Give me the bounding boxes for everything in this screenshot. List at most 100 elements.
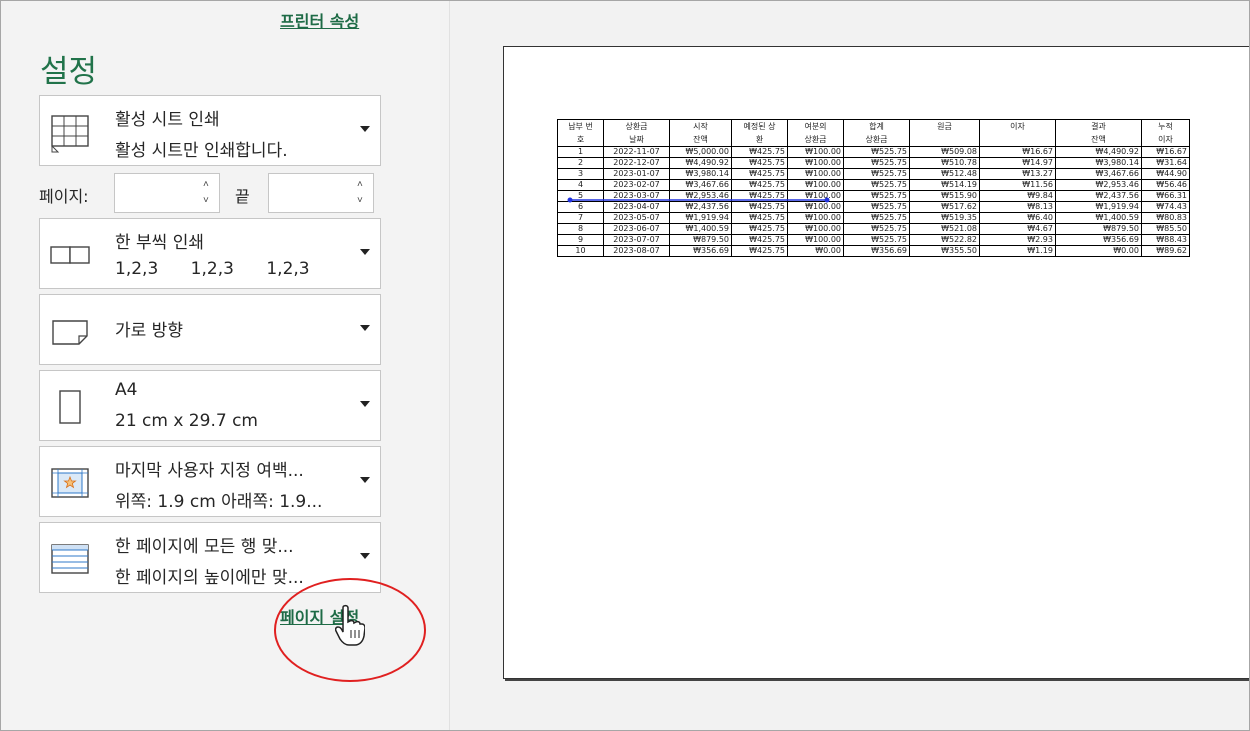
- print-preview-page: 납부 번 호 상환금 날짜 시작 잔액 예정된 상 환 여분의 상환금 합계 상환금 원금 이자 결과 잔액 누…: [503, 46, 1250, 679]
- table-cell: ₩4,490.92: [1055, 146, 1142, 158]
- table-cell: ₩9.84: [979, 190, 1056, 202]
- table-cell: 2022-11-07: [603, 146, 670, 158]
- orientation-dropdown[interactable]: 가로 방향: [39, 294, 381, 365]
- table-cell: ₩356.69: [669, 245, 732, 257]
- table-row: 1 2022-11-07 ₩5,000.00 ₩425.75 ₩100.00 ₩525.7…: [557, 146, 1190, 158]
- table-cell: 2023-08-07: [603, 245, 670, 257]
- margins-title: 마지막 사용자 지정 여백...: [115, 461, 304, 481]
- dropdown-arrow-icon: [360, 126, 370, 132]
- table-cell: ₩525.75: [843, 234, 910, 246]
- dropdown-arrow-icon: [360, 553, 370, 559]
- table-cell: 1: [557, 146, 604, 158]
- table-cell: ₩517.62: [909, 201, 980, 213]
- table-cell: ₩525.75: [843, 146, 910, 158]
- hand-cursor-icon: [335, 604, 365, 646]
- table-row: 8 2023-06-07 ₩1,400.59 ₩425.75 ₩100.00 ₩525.7…: [557, 223, 1190, 235]
- paper-size-dropdown[interactable]: A4 21 cm x 29.7 cm: [39, 370, 381, 441]
- margins-icon: [51, 468, 89, 498]
- table-cell: 2023-06-07: [603, 223, 670, 235]
- table-cell: ₩100.00: [787, 179, 844, 191]
- table-row: 2 2022-12-07 ₩4,490.92 ₩425.75 ₩100.00 ₩525.7…: [557, 157, 1190, 169]
- table-row: 6 2023-04-07 ₩2,437.56 ₩425.75 ₩100.00 ₩525.7…: [557, 201, 1190, 213]
- table-cell: ₩522.82: [909, 234, 980, 246]
- table-cell: ₩4,490.92: [669, 157, 732, 169]
- table-cell: 2023-02-07: [603, 179, 670, 191]
- table-cell: ₩525.75: [843, 201, 910, 213]
- print-what-dropdown[interactable]: 활성 시트 인쇄 활성 시트만 인쇄합니다.: [39, 95, 381, 166]
- table-cell: ₩355.50: [909, 245, 980, 257]
- table-cell: ₩3,467.66: [1055, 168, 1142, 180]
- table-cell: ₩3,980.14: [1055, 157, 1142, 169]
- table-cell: ₩425.75: [731, 234, 788, 246]
- table-header-cell: 예정된 상환: [731, 119, 788, 147]
- margins-dropdown[interactable]: 마지막 사용자 지정 여백... 위쪽: 1.9 cm 아래쪽: 1.9...: [39, 446, 381, 517]
- table-cell: ₩100.00: [787, 168, 844, 180]
- table-cell: ₩11.56: [979, 179, 1056, 191]
- page-to-input[interactable]: ˄ ˅: [268, 173, 374, 213]
- table-cell: ₩100.00: [787, 234, 844, 246]
- spin-down-icon[interactable]: ˅: [203, 196, 213, 206]
- table-cell: ₩425.75: [731, 146, 788, 158]
- table-header-cell: 납부 번호: [557, 119, 604, 147]
- paper-size-subtitle: 21 cm x 29.7 cm: [115, 411, 258, 431]
- table-header-cell: 상환금 날짜: [603, 119, 670, 147]
- paper-size-title: A4: [115, 380, 138, 400]
- print-what-subtitle: 활성 시트만 인쇄합니다.: [115, 141, 288, 161]
- printer-properties-link[interactable]: 프린터 속성: [280, 8, 359, 32]
- table-cell: ₩515.90: [909, 190, 980, 202]
- spin-up-icon[interactable]: ˄: [357, 180, 367, 190]
- orientation-title: 가로 방향: [115, 321, 183, 341]
- table-cell: ₩425.75: [731, 212, 788, 224]
- table-cell: ₩879.50: [669, 234, 732, 246]
- table-cell: ₩100.00: [787, 201, 844, 213]
- spin-up-icon[interactable]: ˄: [203, 180, 213, 190]
- collate-dropdown[interactable]: 한 부씩 인쇄 1,2,3 1,2,3 1,2,3: [39, 218, 381, 289]
- table-cell: 2023-07-07: [603, 234, 670, 246]
- table-cell: ₩85.50: [1141, 223, 1190, 235]
- table-cell: ₩2,437.56: [1055, 190, 1142, 202]
- table-cell: ₩2.93: [979, 234, 1056, 246]
- table-cell: ₩1,400.59: [669, 223, 732, 235]
- margins-subtitle: 위쪽: 1.9 cm 아래쪽: 1.9...: [115, 492, 323, 512]
- table-cell: ₩13.27: [979, 168, 1056, 180]
- table-header-cell: 원금: [909, 119, 980, 147]
- scaling-subtitle: 한 페이지의 높이에만 맞...: [115, 568, 304, 588]
- scaling-title: 한 페이지에 모든 행 맞...: [115, 537, 294, 557]
- table-cell: ₩100.00: [787, 212, 844, 224]
- table-cell: ₩6.40: [979, 212, 1056, 224]
- table-cell: ₩44.90: [1141, 168, 1190, 180]
- table-cell: ₩425.75: [731, 201, 788, 213]
- table-cell: ₩16.67: [1141, 146, 1190, 158]
- collate-title: 한 부씩 인쇄: [115, 233, 205, 253]
- table-cell: 2022-12-07: [603, 157, 670, 169]
- table-header-cell: 누적 이자: [1141, 119, 1190, 147]
- table-cell: ₩509.08: [909, 146, 980, 158]
- table-cell: 3: [557, 168, 604, 180]
- pages-range-row: 페이지: ˄ ˅ 끝 ˄ ˅: [39, 171, 381, 215]
- print-what-title: 활성 시트 인쇄: [115, 110, 220, 130]
- table-cell: ₩512.48: [909, 168, 980, 180]
- print-sheet-icon: [51, 115, 89, 153]
- table-cell: ₩89.62: [1141, 245, 1190, 257]
- spin-down-icon[interactable]: ˅: [357, 196, 367, 206]
- table-cell: ₩3,467.66: [669, 179, 732, 191]
- table-row: 10 2023-08-07 ₩356.69 ₩425.75 ₩0.00 ₩356.69 ₩3…: [557, 245, 1190, 257]
- table-cell: ₩31.64: [1141, 157, 1190, 169]
- table-cell: ₩2,437.56: [669, 201, 732, 213]
- table-cell: ₩16.67: [979, 146, 1056, 158]
- table-cell: ₩525.75: [843, 179, 910, 191]
- table-cell: ₩425.75: [731, 245, 788, 257]
- table-cell: ₩1,919.94: [669, 212, 732, 224]
- page-from-input[interactable]: ˄ ˅: [114, 173, 220, 213]
- table-cell: ₩8.13: [979, 201, 1056, 213]
- settings-title: 설정: [40, 54, 98, 90]
- table-cell: 8: [557, 223, 604, 235]
- table-cell: ₩525.75: [843, 190, 910, 202]
- table-cell: ₩5,000.00: [669, 146, 732, 158]
- table-header-cell: 여분의 상환금: [787, 119, 844, 147]
- table-cell: ₩100.00: [787, 157, 844, 169]
- table-cell: 2: [557, 157, 604, 169]
- table-cell: ₩514.19: [909, 179, 980, 191]
- table-cell: 2023-01-07: [603, 168, 670, 180]
- table-header-cell: 결과 잔액: [1055, 119, 1142, 147]
